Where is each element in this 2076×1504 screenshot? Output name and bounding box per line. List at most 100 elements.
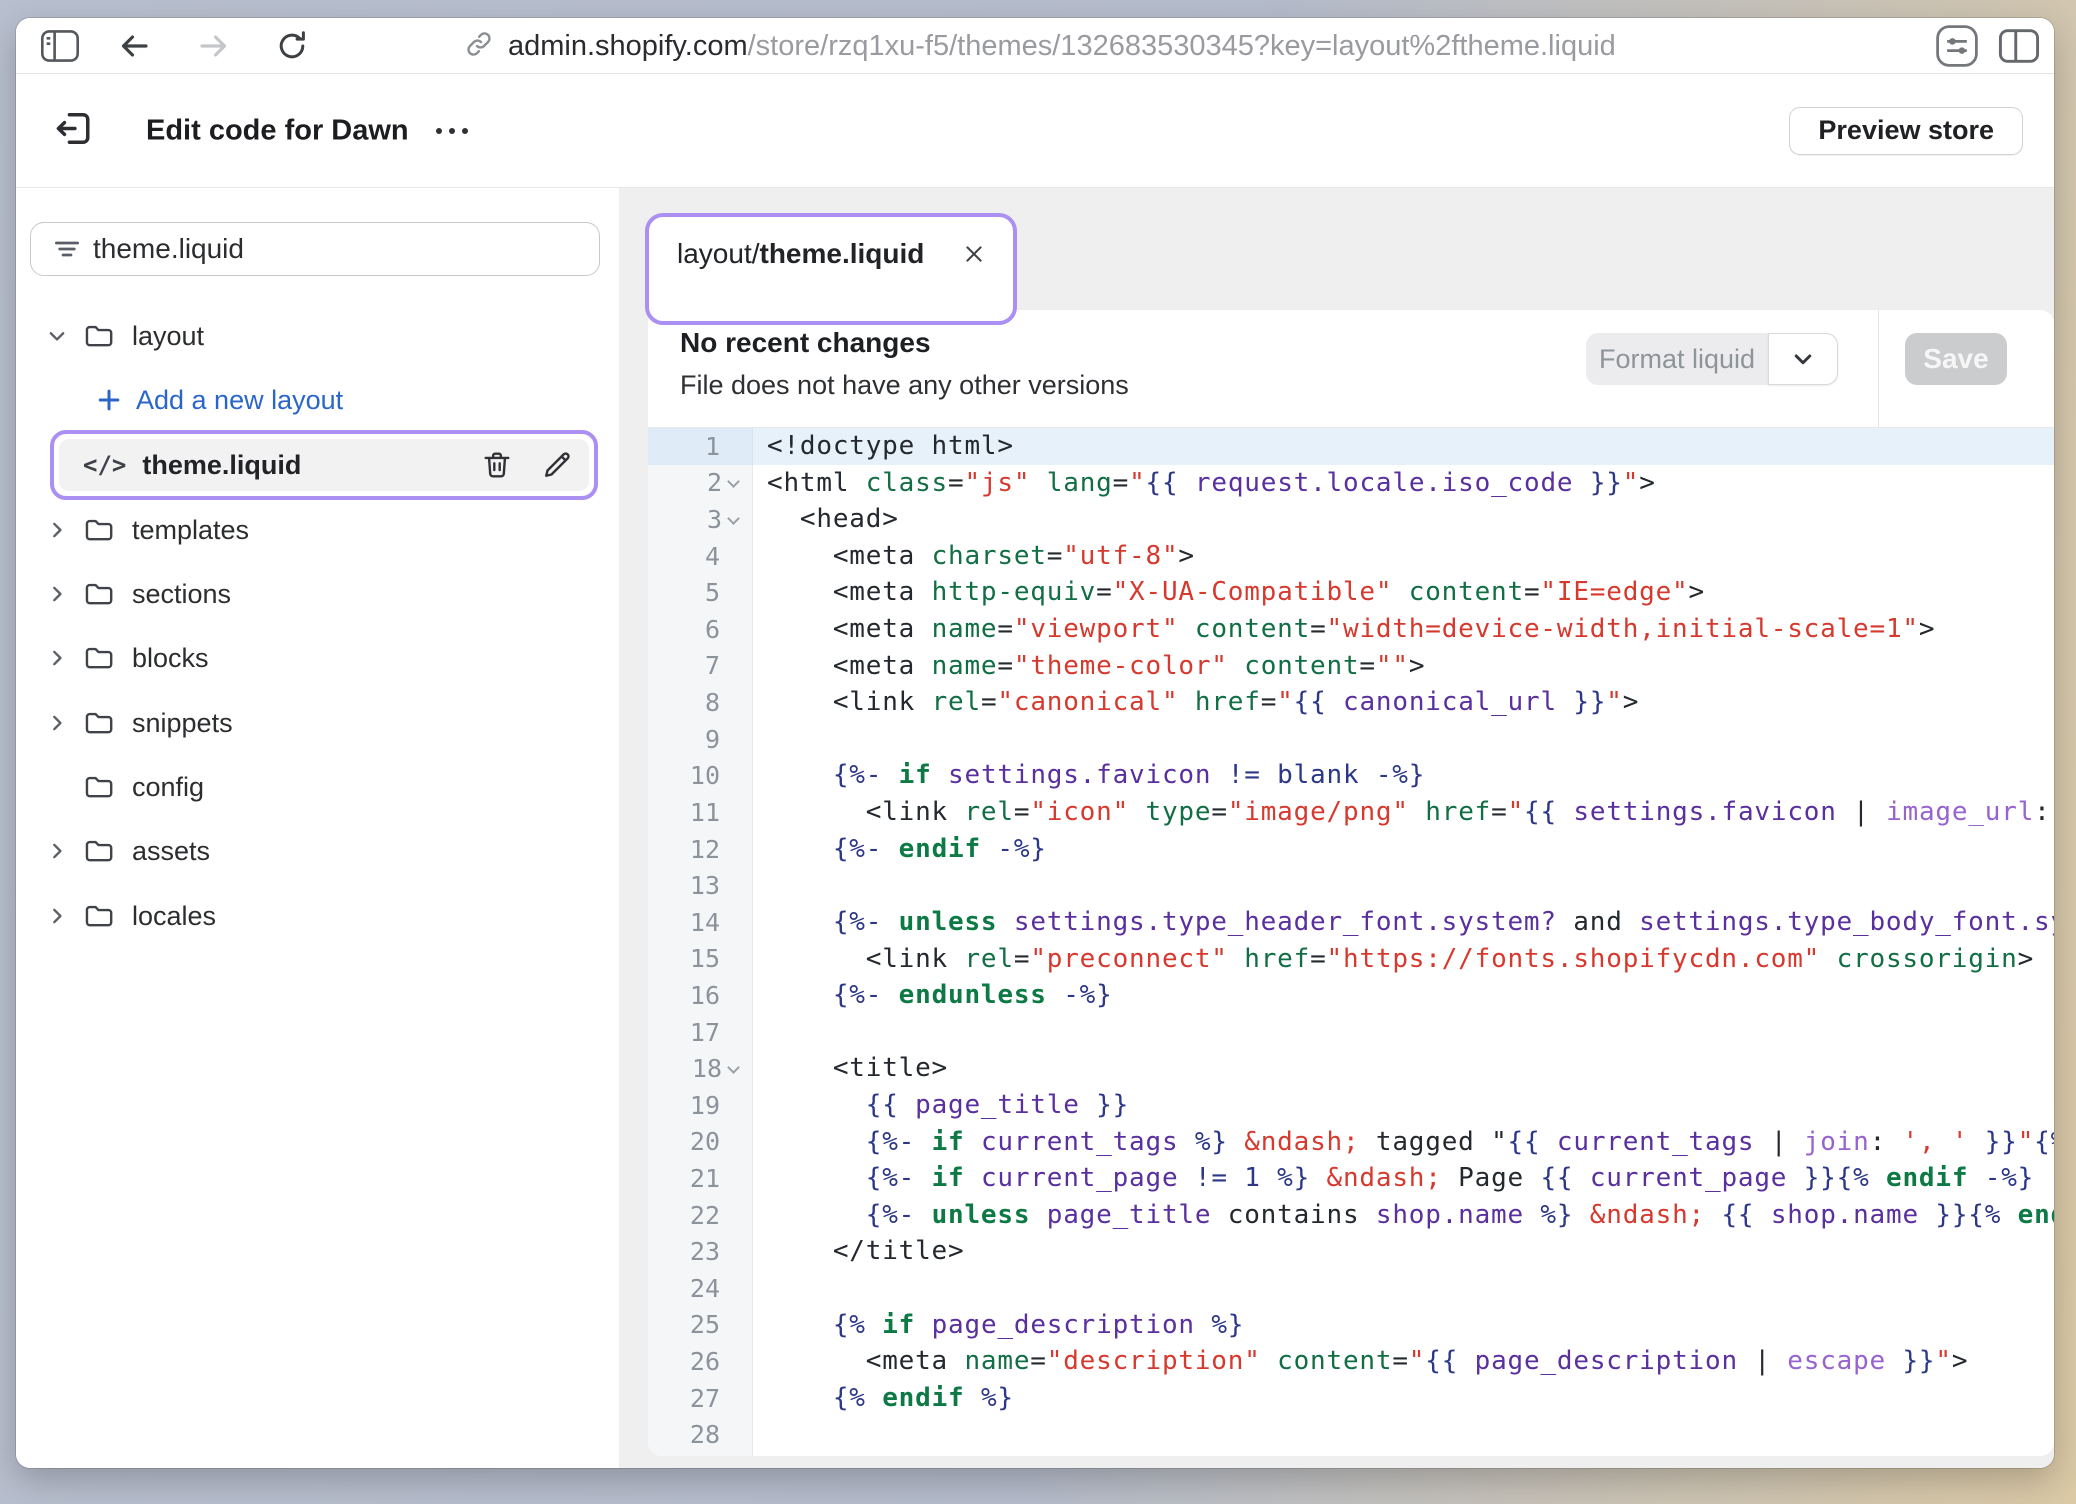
- address-bar[interactable]: admin.shopify.com/store/rzq1xu-f5/themes…: [508, 30, 1616, 63]
- code-token: |: [1738, 1346, 1787, 1376]
- code-token: <meta: [866, 1346, 965, 1376]
- code-line[interactable]: 7 <meta name="theme-color" content="">: [648, 648, 2054, 685]
- code-line[interactable]: 4 <meta charset="utf-8">: [648, 538, 2054, 575]
- reload-icon[interactable]: [274, 28, 310, 64]
- code-line[interactable]: 13: [648, 867, 2054, 904]
- code-line-text: {%- if current_tags %} &ndash; tagged "{…: [753, 1124, 2054, 1161]
- code-line[interactable]: 2<html class="js" lang="{{ request.local…: [648, 465, 2054, 502]
- forward-icon[interactable]: [196, 28, 232, 64]
- sidebar-item-blocks[interactable]: blocks: [16, 634, 619, 682]
- sidebar-item-assets[interactable]: assets: [16, 827, 619, 875]
- plus-icon: [96, 387, 122, 413]
- code-line-text: <html class="js" lang="{{ request.locale…: [753, 465, 2054, 502]
- code-token: ": [2018, 1127, 2034, 1157]
- code-line[interactable]: 24: [648, 1270, 2054, 1307]
- code-line[interactable]: 10 {%- if settings.favicon != blank -%}: [648, 757, 2054, 794]
- code-token: =: [1359, 651, 1375, 681]
- code-line-text: [753, 1416, 2054, 1453]
- code-token: }}{%: [1787, 1163, 1886, 1193]
- code-token: join: [1804, 1127, 1870, 1157]
- sidebar-item-locales[interactable]: locales: [16, 892, 619, 940]
- sidebar-item-templates[interactable]: templates: [16, 506, 619, 554]
- tab-theme-liquid[interactable]: layout/theme.liquid: [655, 223, 1007, 285]
- code-line[interactable]: 19 {{ page_title }}: [648, 1087, 2054, 1124]
- code-token: charset: [932, 541, 1047, 571]
- fold-caret-icon[interactable]: [727, 475, 740, 488]
- delete-file-button[interactable]: [475, 443, 519, 487]
- save-button[interactable]: Save: [1905, 333, 2007, 385]
- split-view-icon[interactable]: [1998, 28, 2040, 64]
- sidebar-item-theme-liquid[interactable]: </>theme.liquid: [59, 439, 589, 491]
- sidebar-item-config[interactable]: config: [16, 763, 619, 811]
- browser-chrome: admin.shopify.com/store/rzq1xu-f5/themes…: [16, 18, 2054, 74]
- code-line[interactable]: 11 <link rel="icon" type="image/png" hre…: [648, 794, 2054, 831]
- format-liquid-button[interactable]: Format liquid: [1586, 333, 1768, 385]
- code-line-text: {% render 'meta-tags' %}: [753, 1453, 2054, 1456]
- code-token: -%}: [1968, 1163, 2034, 1193]
- sidebar-toggle-icon[interactable]: [40, 29, 80, 63]
- code-token: :: [1870, 1127, 1903, 1157]
- code-line[interactable]: 25 {% if page_description %}: [648, 1307, 2054, 1344]
- code-line[interactable]: 28: [648, 1416, 2054, 1453]
- code-line[interactable]: 16 {%- endunless -%}: [648, 977, 2054, 1014]
- code-token: =: [1491, 797, 1507, 827]
- sidebar-item-snippets[interactable]: snippets: [16, 699, 619, 747]
- code-token: -%}: [1047, 980, 1113, 1010]
- sidebar-item-add-a-new-layout[interactable]: Add a new layout: [16, 376, 619, 424]
- code-line[interactable]: 5 <meta http-equiv="X-UA-Compatible" con…: [648, 574, 2054, 611]
- code-line[interactable]: 26 <meta name="description" content="{{ …: [648, 1343, 2054, 1380]
- status-title: No recent changes: [680, 327, 931, 359]
- search-input[interactable]: [31, 223, 599, 275]
- code-line-text: {%- unless settings.type_header_font.sys…: [753, 904, 2054, 941]
- exit-editor-icon[interactable]: [52, 106, 96, 155]
- back-icon[interactable]: [116, 28, 152, 64]
- tab-settings-icon[interactable]: [1934, 23, 1980, 69]
- url-path: /store/rzq1xu-f5/themes/132683530345?key…: [748, 30, 1616, 62]
- close-tab-icon[interactable]: [956, 236, 992, 272]
- tab-file-name: theme.liquid: [760, 238, 925, 270]
- code-line[interactable]: 15 <link rel="preconnect" href="https://…: [648, 941, 2054, 978]
- code-line[interactable]: 22 {%- unless page_title contains shop.n…: [648, 1197, 2054, 1234]
- code-line[interactable]: 18 <title>: [648, 1050, 2054, 1087]
- line-number: 12: [648, 831, 753, 868]
- code-token: {%: [833, 1383, 882, 1413]
- line-number: 4: [648, 538, 753, 575]
- code-token: if: [899, 760, 932, 790]
- link-icon: [464, 29, 494, 64]
- code-line[interactable]: 21 {%- if current_page != 1 %} &ndash; P…: [648, 1160, 2054, 1197]
- code-token: {%-: [866, 1200, 932, 1230]
- code-line[interactable]: 27 {% endif %}: [648, 1380, 2054, 1417]
- rename-file-button[interactable]: [535, 443, 579, 487]
- format-options-dropdown[interactable]: [1768, 333, 1838, 385]
- code-line[interactable]: 17: [648, 1014, 2054, 1051]
- code-line[interactable]: 8 <link rel="canonical" href="{{ canonic…: [648, 684, 2054, 721]
- sidebar-item-sections[interactable]: sections: [16, 570, 619, 618]
- code-line[interactable]: 29 {% render 'meta-tags' %}: [648, 1453, 2054, 1456]
- url-host: admin.shopify.com: [508, 30, 748, 62]
- code-token: type: [1146, 797, 1212, 827]
- code-token: "image/png": [1228, 797, 1409, 827]
- fold-caret-icon[interactable]: [727, 512, 740, 525]
- code-line[interactable]: 9: [648, 721, 2054, 758]
- more-actions-icon[interactable]: [436, 128, 468, 134]
- code-line-text: {%- if current_page != 1 %} &ndash; Page…: [753, 1160, 2054, 1197]
- code-token: name: [932, 651, 998, 681]
- code-line-text: [753, 1014, 2054, 1051]
- code-line[interactable]: 23 </title>: [648, 1233, 2054, 1270]
- fold-caret-icon[interactable]: [727, 1061, 740, 1074]
- code-token: "X-UA-Compatible": [1113, 577, 1393, 607]
- code-line[interactable]: 1<!doctype html>: [648, 428, 2054, 465]
- chevron-right-icon: [46, 647, 68, 669]
- code-token: endunless: [899, 980, 1047, 1010]
- code-line[interactable]: 20 {%- if current_tags %} &ndash; tagged…: [648, 1124, 2054, 1161]
- code-line[interactable]: 6 <meta name="viewport" content="width=d…: [648, 611, 2054, 648]
- code-line[interactable]: 3 <head>: [648, 501, 2054, 538]
- preview-store-button[interactable]: Preview store: [1789, 107, 2023, 155]
- code-line[interactable]: 12 {%- endif -%}: [648, 831, 2054, 868]
- code-file-icon: </>: [83, 451, 126, 479]
- code-token: &ndash;: [1590, 1200, 1705, 1230]
- code-editor[interactable]: 1<!doctype html>2<html class="js" lang="…: [648, 428, 2054, 1456]
- sidebar-item-layout[interactable]: layout: [16, 312, 619, 360]
- code-line-text: <title>: [753, 1050, 2054, 1087]
- code-line[interactable]: 14 {%- unless settings.type_header_font.…: [648, 904, 2054, 941]
